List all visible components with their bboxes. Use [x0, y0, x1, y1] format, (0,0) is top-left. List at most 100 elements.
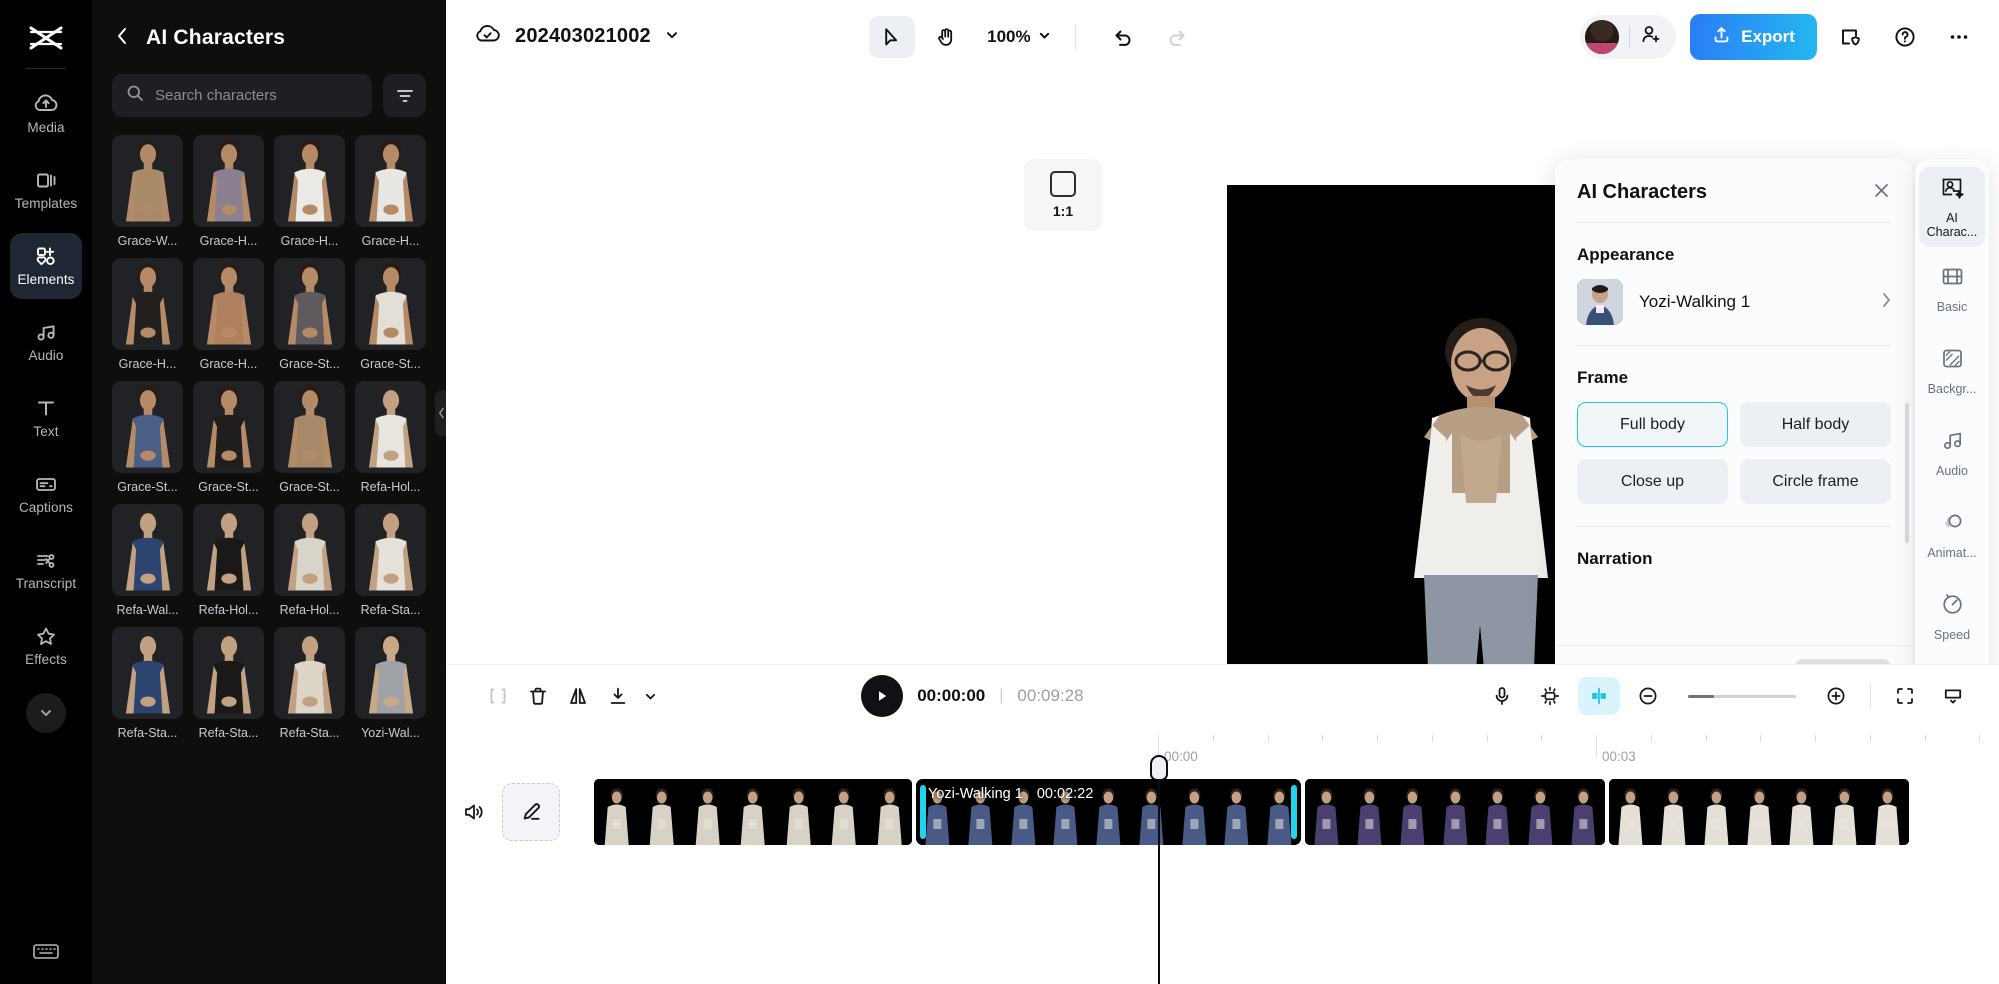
- character-card[interactable]: Grace-St...: [274, 381, 345, 494]
- avatar[interactable]: [1585, 19, 1620, 54]
- character-card[interactable]: Refa-Sta...: [193, 627, 264, 740]
- timeline-clip[interactable]: [1609, 779, 1909, 845]
- character-card[interactable]: Grace-W...: [112, 135, 183, 248]
- pencil-icon[interactable]: [502, 783, 560, 841]
- canvas-tools: 100%: [869, 15, 1200, 58]
- tab-background[interactable]: Backgr...: [1919, 331, 1985, 411]
- snap-icon[interactable]: [1577, 677, 1620, 715]
- display-icon[interactable]: [1933, 676, 1973, 716]
- character-card[interactable]: Grace-H...: [193, 135, 264, 248]
- page-title: AI Characters: [146, 26, 286, 49]
- download-icon[interactable]: [598, 676, 638, 716]
- character-card[interactable]: Grace-St...: [112, 381, 183, 494]
- character-card[interactable]: Yozi-Wal...: [355, 627, 426, 740]
- tab-ai-characters[interactable]: AI Charac...: [1919, 167, 1985, 247]
- minus-circle-icon[interactable]: [1628, 676, 1668, 716]
- tab-basic[interactable]: Basic: [1919, 249, 1985, 329]
- playhead[interactable]: [1150, 755, 1168, 984]
- cursor-arrow-icon[interactable]: [869, 15, 916, 58]
- timeline-clip[interactable]: Yozi-Walking 1 00:02:22: [916, 779, 1301, 845]
- chevron-down-icon[interactable]: [26, 693, 66, 733]
- frame-option-half-body[interactable]: Half body: [1740, 402, 1891, 447]
- sidebar-item-media[interactable]: Media: [10, 81, 82, 147]
- character-card[interactable]: Grace-H...: [355, 135, 426, 248]
- project-name[interactable]: 202403021002: [515, 25, 651, 48]
- sidebar-item-label: Transcript: [15, 576, 77, 591]
- character-card[interactable]: Refa-Hol...: [274, 504, 345, 617]
- sidebar-item-label: Elements: [17, 272, 75, 287]
- ruler-tick: [1431, 735, 1433, 742]
- trash-icon[interactable]: [518, 676, 558, 716]
- search-box[interactable]: [112, 74, 372, 117]
- split-icon[interactable]: [478, 676, 518, 716]
- tab-speed[interactable]: Speed: [1919, 577, 1985, 657]
- speaker-icon[interactable]: [446, 801, 502, 823]
- mirror-icon[interactable]: [558, 676, 598, 716]
- timeline-clip[interactable]: [1305, 779, 1605, 845]
- export-button[interactable]: Export: [1690, 13, 1817, 60]
- question-circle-icon[interactable]: [1885, 17, 1925, 57]
- zoom-level-control[interactable]: 100%: [987, 27, 1050, 47]
- character-card[interactable]: Grace-St...: [355, 258, 426, 371]
- timeline-clip[interactable]: [594, 779, 912, 845]
- character-card[interactable]: Refa-Sta...: [274, 627, 345, 740]
- frame-option-full-body[interactable]: Full body: [1577, 402, 1728, 447]
- sidebar-item-elements[interactable]: Elements: [10, 233, 82, 299]
- frame-option-circle-frame[interactable]: Circle frame: [1740, 459, 1891, 504]
- clip-handle-right[interactable]: [1291, 785, 1297, 839]
- shield-check-icon[interactable]: [1831, 17, 1871, 57]
- capcut-logo-icon[interactable]: [23, 18, 69, 58]
- search-input[interactable]: [155, 87, 358, 104]
- sidebar-item-text[interactable]: Text: [10, 385, 82, 451]
- character-card[interactable]: Grace-St...: [274, 258, 345, 371]
- undo-icon[interactable]: [1100, 16, 1146, 58]
- chevron-left-icon[interactable]: [112, 24, 132, 52]
- sidebar-item-effects[interactable]: Effects: [10, 613, 82, 679]
- character-card[interactable]: Refa-Wal...: [112, 504, 183, 617]
- aspect-ratio-chip[interactable]: 1:1: [1024, 159, 1102, 231]
- keyframe-icon[interactable]: [1530, 676, 1570, 716]
- character-card[interactable]: Grace-H...: [274, 135, 345, 248]
- character-card[interactable]: Refa-Hol...: [355, 381, 426, 494]
- plus-circle-icon[interactable]: [1816, 676, 1856, 716]
- tab-audio[interactable]: Audio: [1919, 413, 1985, 493]
- sidebar-item-audio[interactable]: Audio: [10, 309, 82, 375]
- chevron-down-icon[interactable]: [665, 28, 679, 45]
- collapse-handle-icon[interactable]: [435, 390, 446, 436]
- close-icon[interactable]: [1872, 181, 1891, 204]
- frame-option-close-up[interactable]: Close up: [1577, 459, 1728, 504]
- playback-controls: 00:00:00 | 00:09:28: [861, 675, 1084, 717]
- redo-icon[interactable]: [1154, 16, 1200, 58]
- character-card[interactable]: Refa-Hol...: [193, 504, 264, 617]
- character-card[interactable]: Grace-H...: [112, 258, 183, 371]
- zoom-slider[interactable]: [1687, 694, 1796, 698]
- hand-icon[interactable]: [923, 16, 969, 58]
- timeline-tracks: Yozi-Walking 1 00:02:22: [446, 755, 1999, 984]
- sidebar-item-label: Captions: [18, 500, 74, 515]
- character-card[interactable]: Refa-Sta...: [112, 627, 183, 740]
- character-card[interactable]: Refa-Sta...: [355, 504, 426, 617]
- timeline-ruler[interactable]: 00:0000:0300:06: [446, 727, 1999, 767]
- add-user-icon[interactable]: [1640, 23, 1662, 50]
- sidebar-item-transcript[interactable]: Transcript: [10, 537, 82, 603]
- tab-animation[interactable]: Animat...: [1919, 495, 1985, 575]
- playhead-handle[interactable]: [1150, 755, 1168, 781]
- character-card[interactable]: Grace-H...: [193, 258, 264, 371]
- clip-handle-left[interactable]: [920, 785, 926, 839]
- properties-panel-title: AI Characters: [1577, 181, 1708, 203]
- sidebar-item-templates[interactable]: Templates: [10, 157, 82, 223]
- clip-frame: [1519, 779, 1563, 845]
- fit-screen-icon[interactable]: [1885, 676, 1925, 716]
- chevron-down-icon[interactable]: [638, 676, 662, 716]
- tab-label: AI Charac...: [1926, 210, 1978, 239]
- more-horizontal-icon[interactable]: [1939, 17, 1979, 57]
- panel-scrollbar[interactable]: [1905, 403, 1909, 543]
- appearance-selector[interactable]: Yozi-Walking 1: [1577, 279, 1891, 325]
- character-card[interactable]: Grace-St...: [193, 381, 264, 494]
- filter-icon[interactable]: [383, 74, 426, 117]
- play-icon[interactable]: [861, 675, 904, 717]
- collaborators[interactable]: [1580, 14, 1677, 59]
- keyboard-icon[interactable]: [32, 941, 60, 966]
- microphone-icon[interactable]: [1482, 676, 1522, 716]
- sidebar-item-captions[interactable]: Captions: [10, 461, 82, 527]
